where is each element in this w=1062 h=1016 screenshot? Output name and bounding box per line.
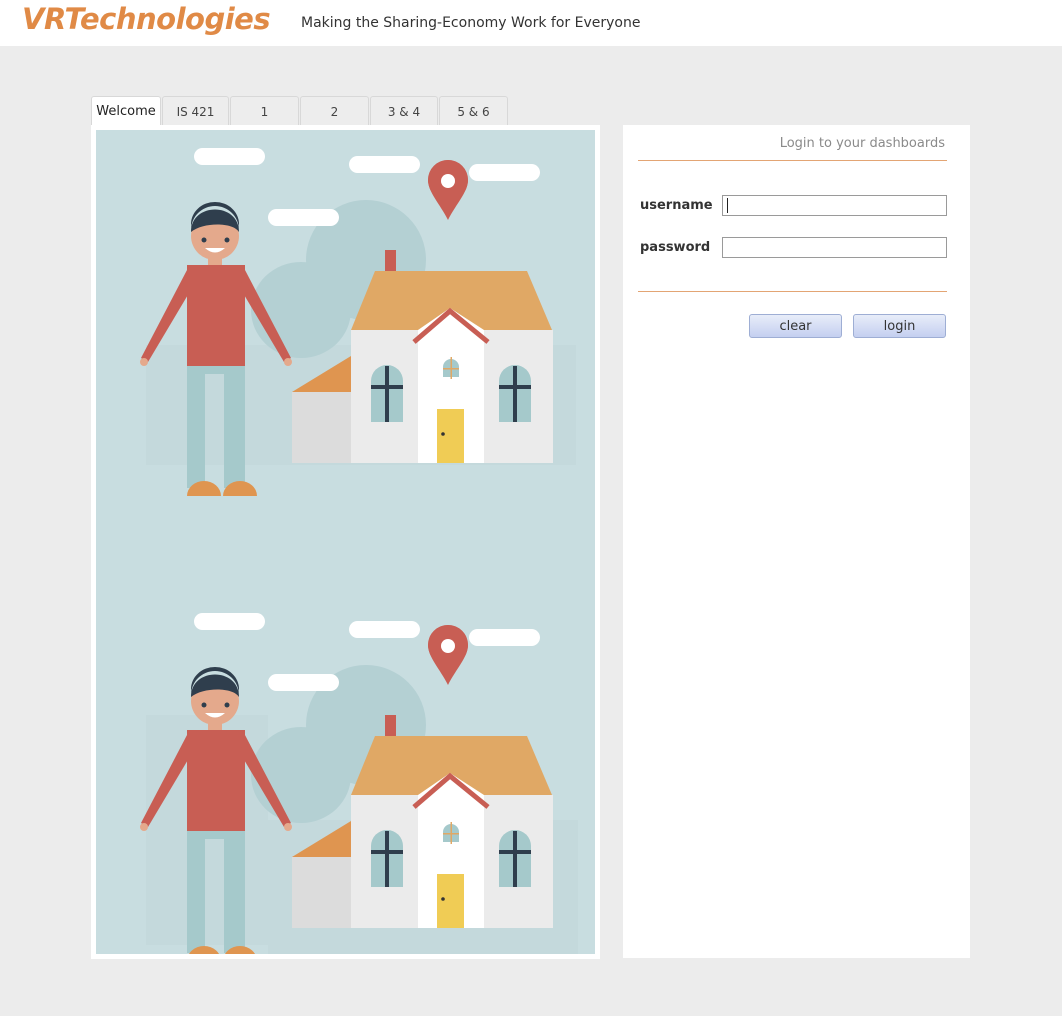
tagline: Making the Sharing-Economy Work for Ever… [301,15,641,31]
username-label: username [640,198,713,213]
divider [638,160,947,161]
brand-logo: VRTechnologies [22,2,271,36]
tab-1[interactable]: 1 [230,96,299,126]
sharing-economy-illustration [96,130,595,954]
login-title: Login to your dashboards [779,136,945,151]
password-input[interactable] [722,237,947,258]
login-panel: Login to your dashboards username passwo… [623,125,970,958]
divider [638,291,947,292]
tab-welcome[interactable]: Welcome [91,96,161,126]
header-bar: VRTechnologies Making the Sharing-Econom… [0,0,1062,46]
tab-3-4[interactable]: 3 & 4 [370,96,438,126]
text-caret [727,198,728,213]
tab-2[interactable]: 2 [300,96,369,126]
tab-5-6[interactable]: 5 & 6 [439,96,508,126]
login-button[interactable]: login [853,314,946,338]
clear-button[interactable]: clear [749,314,842,338]
welcome-illustration-panel [91,125,600,959]
tab-bar: Welcome IS 421 1 2 3 & 4 5 & 6 [91,96,509,126]
tab-is421[interactable]: IS 421 [162,96,229,126]
password-label: password [640,240,711,255]
username-input[interactable] [722,195,947,216]
